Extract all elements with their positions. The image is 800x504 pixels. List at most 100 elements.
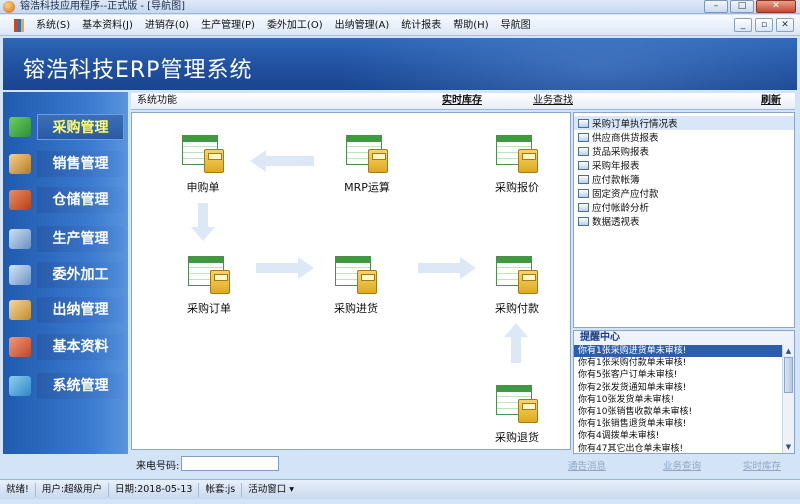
report-item[interactable]: 供应商供货报表 [574, 130, 794, 144]
workflow-panel: 申购单 MRP运算 采购报价 采购订单 采购进货 采购付款 采购退货 [131, 112, 571, 450]
sidebar-item-label: 基本资料 [37, 334, 124, 360]
report-label: 采购年报表 [592, 161, 640, 172]
node-receipt[interactable]: 采购进货 [321, 256, 391, 316]
active-window-dropdown[interactable]: 活动窗口 ▾ [242, 483, 300, 497]
outsource-icon [9, 265, 31, 285]
caller-id-input[interactable] [181, 456, 279, 471]
reminder-item[interactable]: 你有5张客户订单未审核! [574, 369, 782, 381]
header-banner: 镕浩科技ERP管理系统 [3, 38, 797, 90]
reminder-item[interactable]: 你有10张发货单未审核! [574, 394, 782, 406]
status-date: 日期:2018-05-13 [109, 482, 200, 497]
menu-bar: 系统(S) 基本资料(J) 进销存(0) 生产管理(P) 委外加工(O) 出纳管… [0, 15, 800, 36]
report-item[interactable]: 采购年报表 [574, 158, 794, 172]
node-mrp[interactable]: MRP运算 [332, 135, 402, 195]
sidebar-item-label: 采购管理 [37, 114, 124, 140]
report-item[interactable]: 应付帐龄分析 [574, 200, 794, 214]
report-label: 货品采购报表 [592, 147, 650, 158]
content-header: 系统功能 实时库存 业务查找 刷新 [131, 93, 795, 110]
sidebar-item-sales[interactable]: 销售管理 [3, 151, 128, 177]
sidebar-item-label: 生产管理 [37, 226, 124, 252]
arrow-down-icon [191, 203, 215, 241]
caller-id-label: 来电号码: [136, 461, 180, 472]
minimize-button[interactable]: – [704, 0, 728, 13]
arrow-right-icon [256, 257, 314, 279]
refresh-link[interactable]: 刷新 [761, 93, 781, 109]
reminder-scrollbar[interactable]: ▲ ▼ [782, 345, 794, 453]
app-icon [3, 1, 15, 13]
menu-cashier[interactable]: 出纳管理(A) [329, 15, 396, 36]
maximize-button[interactable]: □ [730, 0, 754, 13]
node-label: 采购退货 [495, 431, 539, 444]
sidebar-item-cashier[interactable]: 出纳管理 [3, 297, 128, 323]
business-query-link[interactable]: 业务查找 [533, 93, 573, 109]
realtime-stock-link[interactable]: 实时库存 [442, 93, 482, 109]
sidebar-item-warehouse[interactable]: 仓储管理 [3, 187, 128, 213]
report-label: 应付款帐簿 [592, 175, 640, 186]
mdi-close-button[interactable]: ✕ [776, 18, 794, 32]
report-item[interactable]: 数据透视表 [574, 214, 794, 228]
sales-icon [9, 154, 31, 174]
report-icon [578, 146, 589, 156]
status-ready: 就绪! [0, 482, 36, 497]
report-icon [578, 216, 589, 226]
reminder-title: 提醒中心 [574, 331, 794, 345]
sidebar-item-outsource[interactable]: 委外加工 [3, 262, 128, 288]
report-item[interactable]: 货品采购报表 [574, 144, 794, 158]
reminder-item[interactable]: 你有2张发货通知单未审核! [574, 382, 782, 394]
sidebar-item-label: 仓储管理 [37, 187, 124, 213]
node-quote[interactable]: 采购报价 [482, 135, 552, 195]
reminder-center: 提醒中心 你有1张采购进货单未审核! 你有1张采购付款单未审核! 你有5张客户订… [573, 330, 795, 454]
node-payment[interactable]: 采购付款 [482, 256, 552, 316]
report-list: 采购订单执行情况表 供应商供货报表 货品采购报表 采购年报表 应付款帐簿 固定资… [573, 112, 795, 328]
node-requisition[interactable]: 申购单 [168, 135, 238, 195]
node-label: 采购订单 [187, 302, 231, 315]
realtime-stock-bottom-link[interactable]: 实时库存 [743, 458, 781, 472]
sidebar-item-label: 销售管理 [37, 151, 124, 177]
scroll-down-icon[interactable]: ▼ [784, 442, 793, 452]
sidebar-item-basic-data[interactable]: 基本资料 [3, 334, 128, 360]
menu-reports[interactable]: 统计报表 [395, 15, 447, 36]
menu-basic-data[interactable]: 基本资料(J) [76, 15, 139, 36]
document-icon [188, 256, 230, 294]
report-label: 应付帐龄分析 [592, 203, 650, 214]
menu-help[interactable]: 帮助(H) [447, 15, 494, 36]
menu-system[interactable]: 系统(S) [30, 15, 76, 36]
reminder-item[interactable]: 你有47其它出仓单未审核! [574, 443, 782, 454]
bottom-bar: 来电号码: 通告消息 业务查询 实时库存 [131, 455, 795, 473]
mdi-restore-button[interactable]: ▫ [755, 18, 773, 32]
report-label: 数据透视表 [592, 217, 640, 228]
menu-outsourcing[interactable]: 委外加工(O) [261, 15, 329, 36]
arrow-left-icon [250, 150, 314, 172]
reminder-item[interactable]: 你有1张销售退货单未审核! [574, 418, 782, 430]
mdi-minimize-button[interactable]: _ [734, 18, 752, 32]
notice-link[interactable]: 通告消息 [568, 458, 606, 472]
report-item[interactable]: 固定资产应付款 [574, 186, 794, 200]
reminder-item[interactable]: 你有4调拨单未审核! [574, 430, 782, 442]
node-return[interactable]: 采购退货 [482, 385, 552, 445]
menu-inventory[interactable]: 进销存(0) [139, 15, 195, 36]
scroll-thumb[interactable] [784, 357, 793, 393]
reminder-item[interactable]: 你有1张采购进货单未审核! [574, 345, 782, 358]
report-item[interactable]: 采购订单执行情况表 [574, 116, 794, 130]
sidebar-item-system[interactable]: 系统管理 [3, 373, 128, 399]
reminder-item[interactable]: 你有1张采购付款单未审核! [574, 357, 782, 369]
mdi-controls: _ ▫ ✕ [734, 18, 794, 32]
scroll-up-icon[interactable]: ▲ [784, 346, 793, 356]
title-bar: 镕浩科技应用程序--正式版 - [导航图] – □ ✕ [0, 0, 800, 14]
sidebar-item-production[interactable]: 生产管理 [3, 226, 128, 252]
report-label: 固定资产应付款 [592, 189, 659, 200]
status-bar: 就绪! 用户:超级用户 日期:2018-05-13 帐套:js 活动窗口 ▾ [0, 479, 800, 499]
close-button[interactable]: ✕ [756, 0, 796, 13]
menu-production[interactable]: 生产管理(P) [195, 15, 261, 36]
node-label: MRP运算 [344, 181, 390, 194]
menu-navigation[interactable]: 导航图 [495, 15, 537, 36]
reminder-item[interactable]: 你有10张销售收款单未审核! [574, 406, 782, 418]
document-icon [496, 256, 538, 294]
menu-logo-icon [14, 18, 24, 32]
business-query-bottom-link[interactable]: 业务查询 [663, 458, 701, 472]
sidebar-item-purchase[interactable]: 采购管理 [3, 114, 128, 140]
node-label: 申购单 [186, 181, 220, 194]
node-order[interactable]: 采购订单 [174, 256, 244, 316]
reminder-list: 你有1张采购进货单未审核! 你有1张采购付款单未审核! 你有5张客户订单未审核!… [574, 345, 782, 454]
report-item[interactable]: 应付款帐簿 [574, 172, 794, 186]
